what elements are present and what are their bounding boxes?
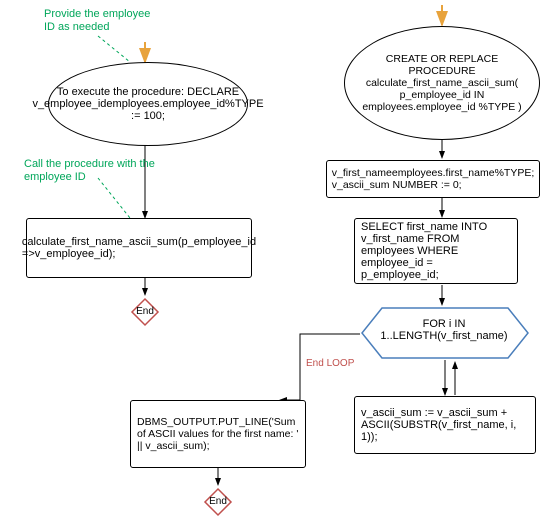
loop-body-node: v_ascii_sum := v_ascii_sum + ASCII(SUBST… (354, 396, 536, 454)
call-text: calculate_first_name_ascii_sum(p_employe… (22, 236, 256, 260)
procedure-text: CREATE OR REPLACE PROCEDURE calculate_fi… (351, 53, 533, 113)
loop-text: FOR i IN 1..LENGTH(v_first_name) (374, 318, 514, 342)
right-end-label: End (203, 496, 233, 507)
vars-text: v_first_nameemployees.first_name%TYPE; v… (332, 167, 535, 191)
vars-node: v_first_nameemployees.first_name%TYPE; v… (326, 160, 540, 198)
select-node: SELECT first_name INTO v_first_name FROM… (354, 218, 518, 284)
annotation-provide-id: Provide the employee ID as needed (44, 8, 164, 34)
left-end-label: End (130, 306, 160, 317)
output-text: DBMS_OUTPUT.PUT_LINE('Sum of ASCII value… (137, 416, 299, 452)
call-node: calculate_first_name_ascii_sum(p_employe… (26, 218, 252, 278)
declare-text: To execute the procedure: DECLARE v_empl… (32, 86, 263, 122)
end-loop-label: End LOOP (306, 358, 354, 369)
loop-body-text: v_ascii_sum := v_ascii_sum + ASCII(SUBST… (361, 407, 529, 443)
procedure-node: CREATE OR REPLACE PROCEDURE calculate_fi… (344, 26, 540, 140)
select-text: SELECT first_name INTO v_first_name FROM… (361, 221, 511, 281)
output-node: DBMS_OUTPUT.PUT_LINE('Sum of ASCII value… (130, 400, 306, 468)
annotation-call-procedure: Call the procedure with the employee ID (24, 158, 174, 184)
declare-node: To execute the procedure: DECLARE v_empl… (48, 62, 248, 146)
